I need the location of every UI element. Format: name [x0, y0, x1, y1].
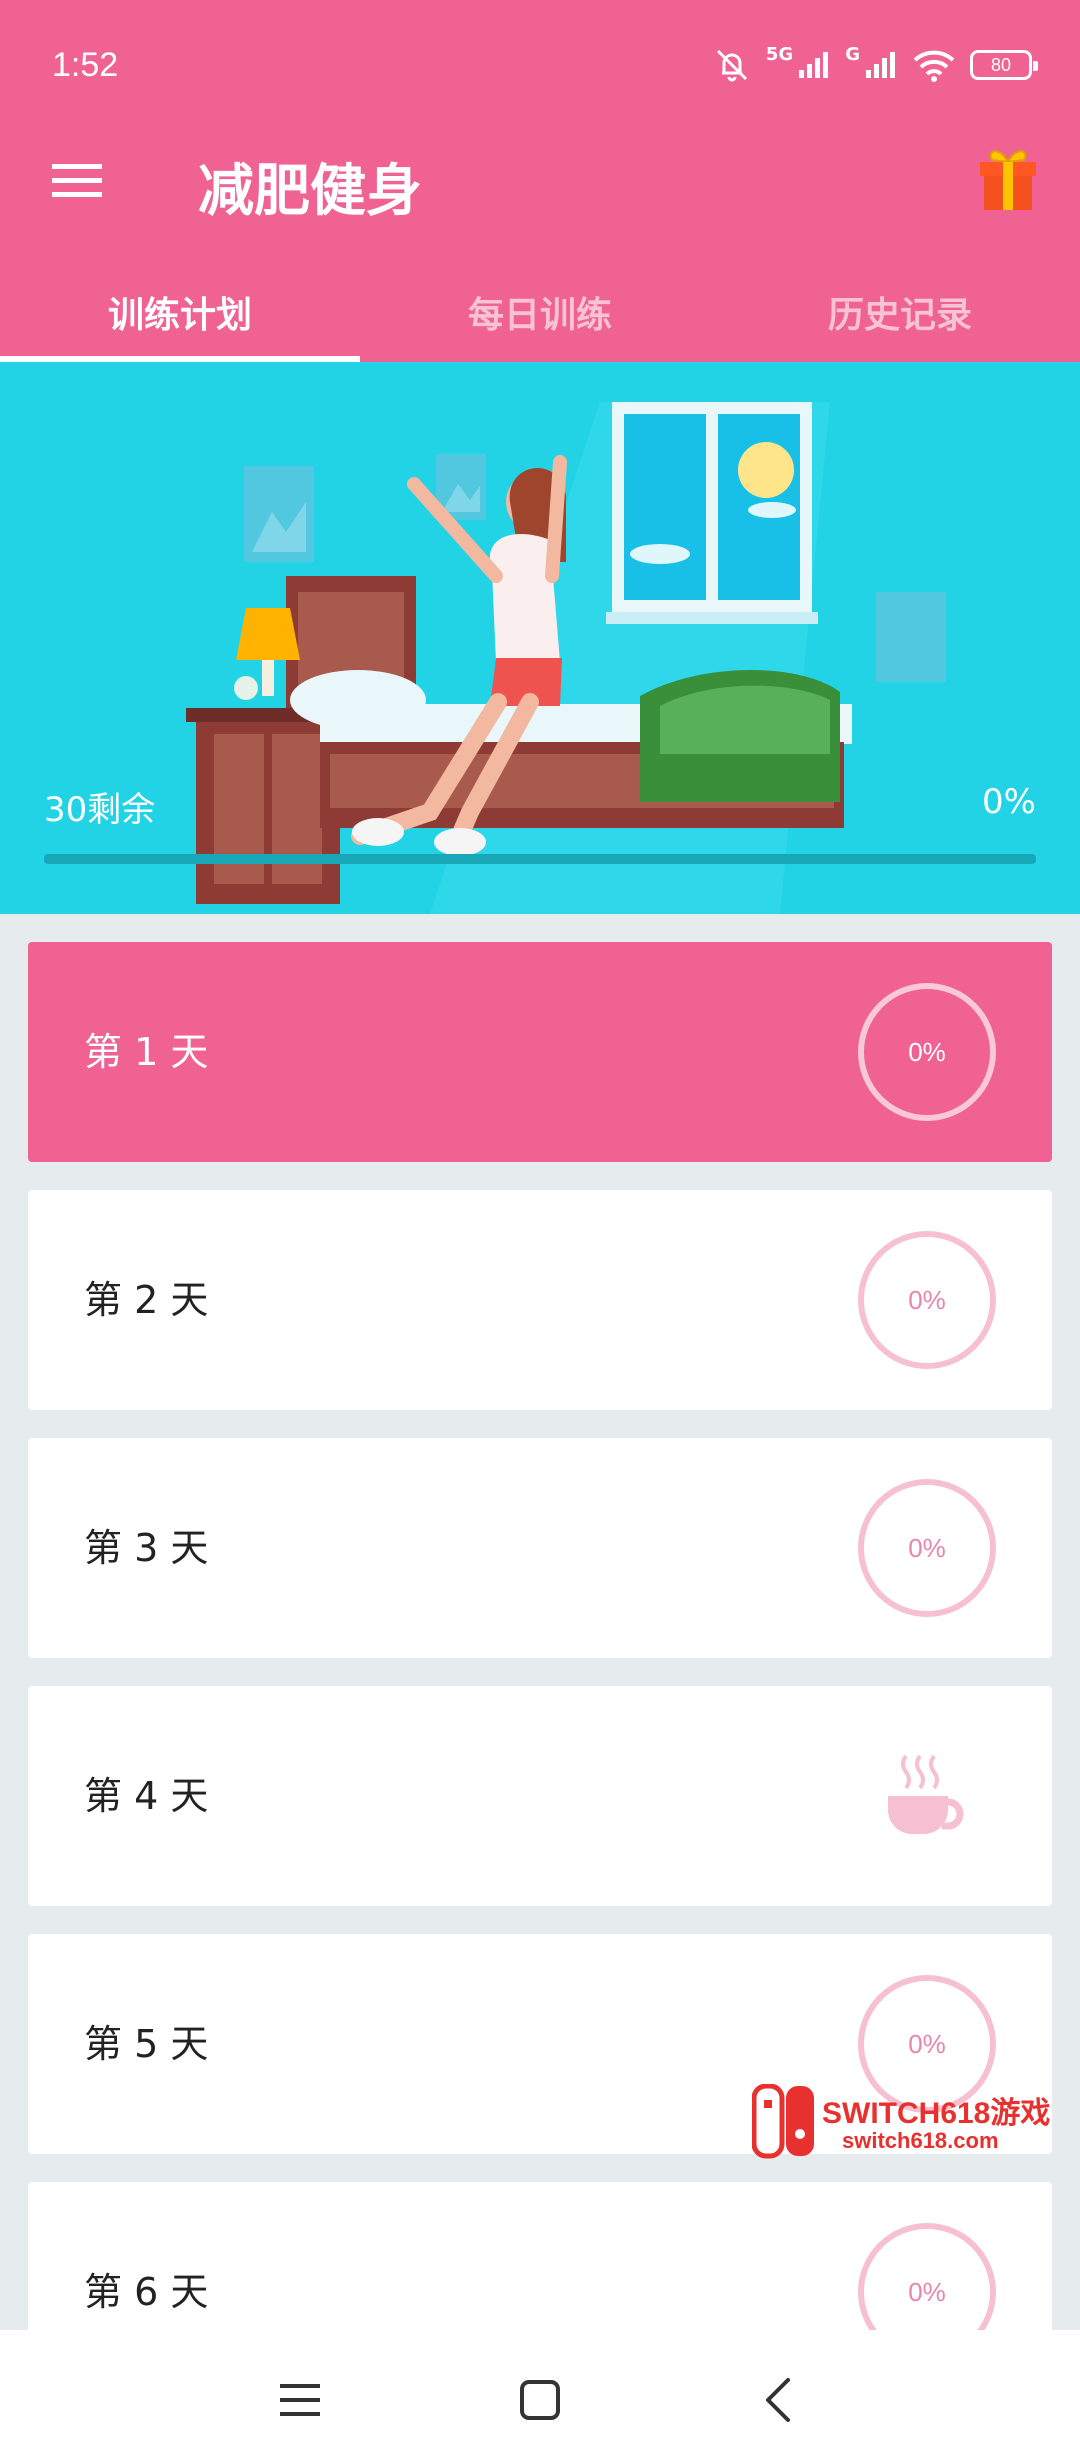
day-progress-ring: 0% [858, 983, 996, 1121]
back-icon[interactable] [750, 2370, 810, 2430]
battery-icon: 80 [970, 50, 1038, 80]
day-list: 第 1 天 0% 第 2 天 0% 第 3 天 0% 第 4 天 第 5 天 0… [28, 942, 1052, 2430]
day-label: 第 4 天 [84, 1774, 209, 1818]
network-type-label-2: G [845, 44, 860, 65]
day-card-1[interactable]: 第 1 天 0% [28, 942, 1052, 1162]
day-card-3[interactable]: 第 3 天 0% [28, 1438, 1052, 1658]
bedroom-illustration [180, 402, 946, 914]
app-header: 1:52 5G G 80 减肥健身 训练计划 每日训练 历史记录 [0, 0, 1080, 362]
mute-icon [716, 49, 747, 82]
day-label: 第 1 天 [84, 1030, 209, 1074]
tab-history[interactable]: 历史记录 [720, 260, 1080, 362]
watermark-title: SWITCH618游戏 [822, 2097, 1051, 2130]
network-type-label: 5G [765, 44, 794, 65]
gift-icon[interactable] [972, 144, 1044, 216]
day-card-2[interactable]: 第 2 天 0% [28, 1190, 1052, 1410]
coffee-cup-icon [888, 1754, 964, 1834]
tab-daily-training[interactable]: 每日训练 [360, 260, 720, 362]
day-label: 第 2 天 [84, 1278, 209, 1322]
toolbar: 减肥健身 [0, 130, 1080, 230]
switch-logo-icon [752, 2084, 814, 2159]
signal-icon [866, 52, 895, 78]
day-progress-text: 0% [908, 1532, 946, 1563]
battery-level: 80 [990, 54, 1012, 75]
status-icons: 5G G 80 [712, 40, 1038, 90]
day-progress-text: 0% [908, 2028, 946, 2059]
tab-training-plan[interactable]: 训练计划 [0, 260, 360, 362]
day-label: 第 3 天 [84, 1526, 209, 1570]
status-time: 1:52 [52, 46, 119, 84]
home-icon[interactable] [510, 2370, 570, 2430]
day-progress-text: 0% [908, 1284, 946, 1315]
day-progress-text: 0% [908, 2276, 946, 2307]
status-bar: 1:52 5G G 80 [0, 0, 1080, 130]
day-progress-text: 0% [908, 1036, 946, 1067]
overall-progress-bar [44, 854, 1036, 864]
recent-apps-icon[interactable] [270, 2370, 330, 2430]
day-progress-ring: 0% [858, 1231, 996, 1369]
overall-progress-label: 0% [982, 782, 1036, 822]
menu-icon[interactable] [50, 152, 106, 208]
signal-icon [799, 52, 829, 78]
days-remaining-label: 30剩余 [44, 790, 156, 830]
day-progress-ring: 0% [858, 1479, 996, 1617]
hero-banner: 30剩余 0% [0, 362, 1080, 914]
day-card-4[interactable]: 第 4 天 [28, 1686, 1052, 1906]
app-title: 减肥健身 [198, 159, 422, 224]
watermark: SWITCH618游戏 switch618.com [752, 2084, 1072, 2164]
watermark-url: switch618.com [842, 2128, 999, 2153]
day-label: 第 5 天 [84, 2022, 209, 2066]
system-nav-bar [0, 2330, 1080, 2460]
wifi-icon [913, 50, 955, 82]
tab-bar: 训练计划 每日训练 历史记录 [0, 260, 1080, 362]
